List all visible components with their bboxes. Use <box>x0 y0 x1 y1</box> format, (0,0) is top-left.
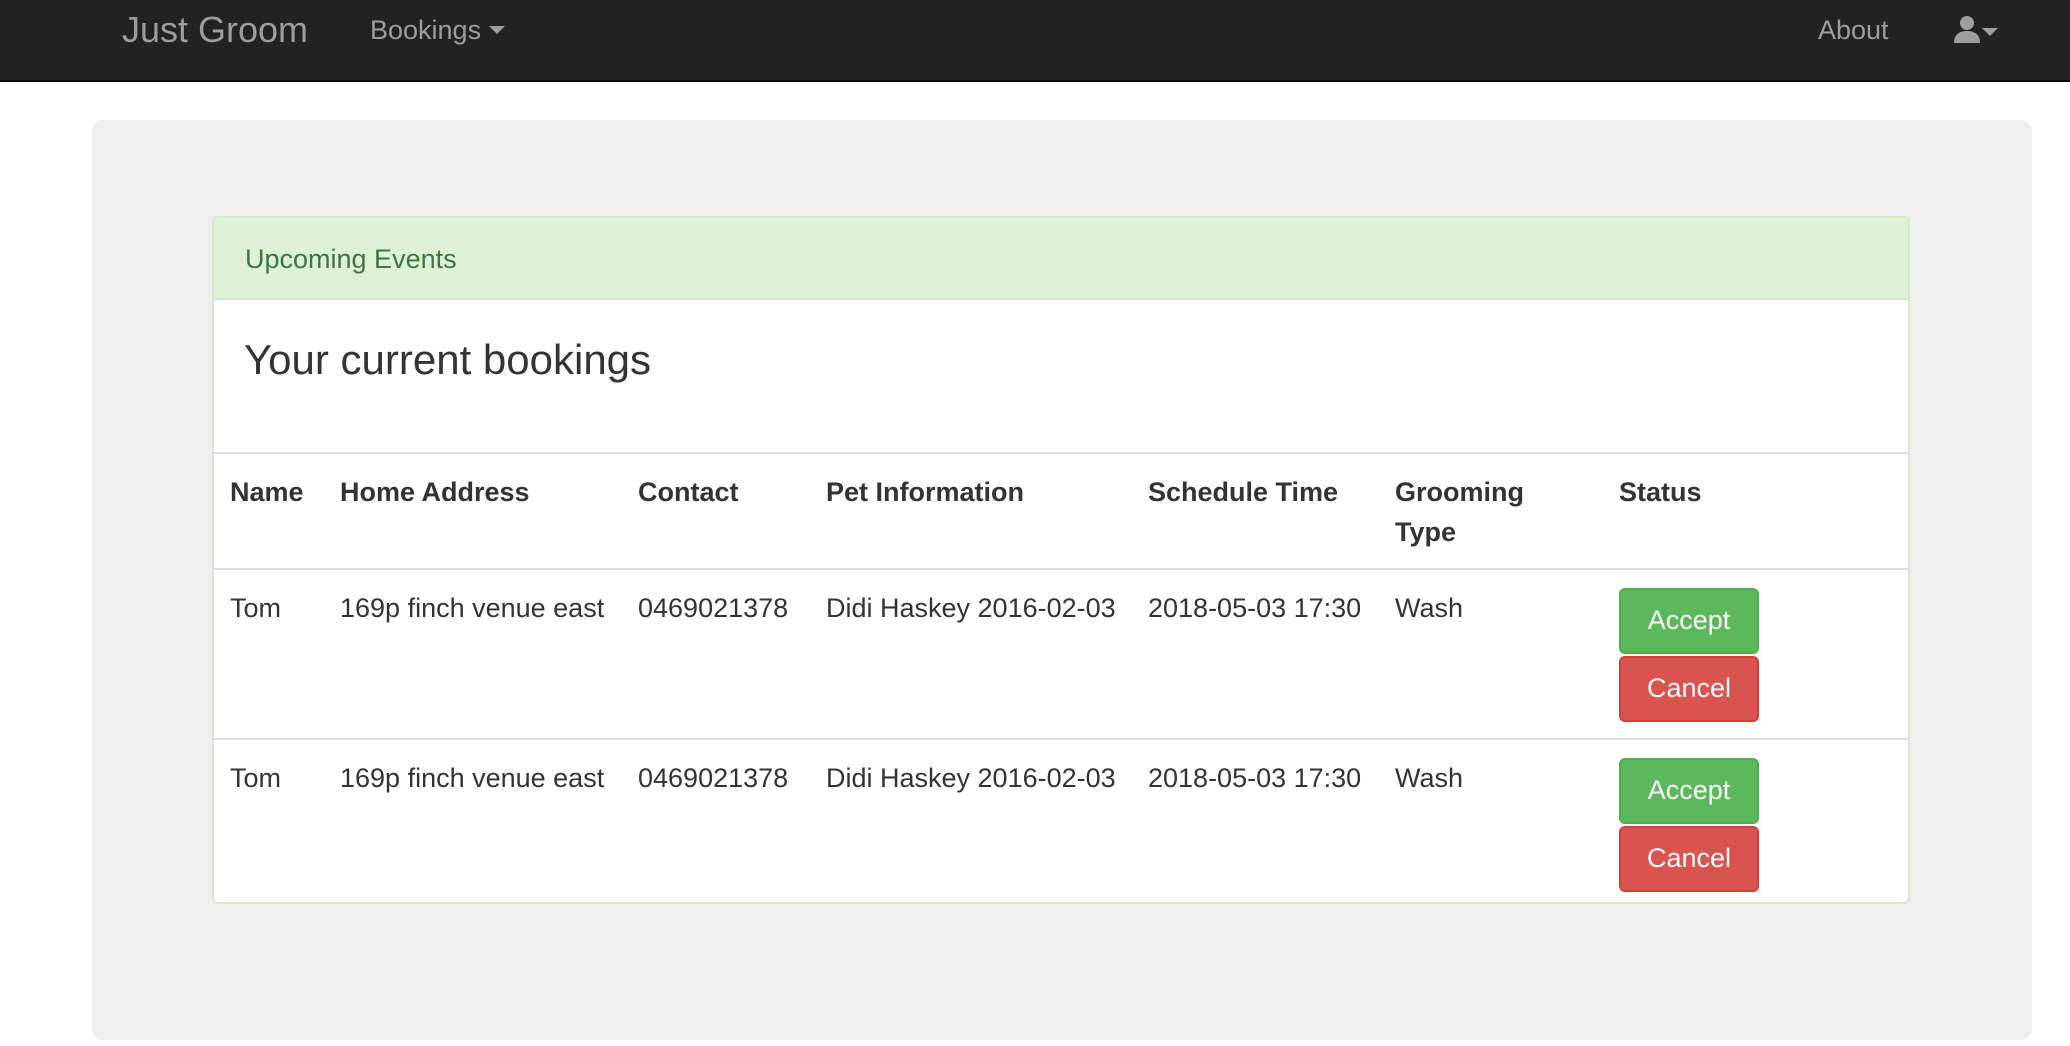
cell-schedule: 2018-05-03 17:30 <box>1148 593 1362 623</box>
cell-grooming: Wash <box>1395 593 1464 623</box>
brand-link[interactable]: Just Groom <box>122 10 308 50</box>
bookings-dropdown-label: Bookings <box>370 15 482 45</box>
bookings-table: Name Home Address Contact Pet Informatio… <box>214 452 1908 902</box>
column-header-name: Name <box>214 452 324 570</box>
column-header-schedule: Schedule Time <box>1132 452 1379 570</box>
column-header-address: Home Address <box>324 452 622 570</box>
cell-contact: 0469021378 <box>638 593 789 623</box>
top-navbar: Just Groom Bookings About <box>0 0 2070 82</box>
about-link[interactable]: About <box>1818 12 1889 48</box>
chevron-down-icon <box>489 25 506 34</box>
cell-name: Tom <box>230 593 282 623</box>
cell-schedule: 2018-05-03 17:30 <box>1132 738 1379 902</box>
upcoming-events-panel: Upcoming Events Your current bookings Na… <box>212 216 1910 904</box>
accept-button[interactable]: Accept <box>1619 588 1759 654</box>
column-header-contact: Contact <box>622 452 810 570</box>
cell-address: 169p finch venue east <box>340 593 605 623</box>
cell-grooming: Wash <box>1379 738 1603 902</box>
panel-heading: Upcoming Events <box>214 218 1908 300</box>
cell-contact: 0469021378 <box>622 738 810 902</box>
panel-body: Your current bookings <box>214 300 1908 452</box>
user-menu-dropdown[interactable] <box>1952 12 2006 48</box>
column-header-grooming: Grooming Type <box>1379 452 1603 570</box>
chevron-down-icon <box>1982 28 1998 36</box>
cancel-button[interactable]: Cancel <box>1619 656 1759 722</box>
cell-pet: Didi Haskey 2016-02-03 <box>810 738 1132 902</box>
cell-status: Accept Cancel <box>1603 569 1908 739</box>
cell-pet: Didi Haskey 2016-02-03 <box>826 593 1116 623</box>
page-title: Your current bookings <box>244 336 652 383</box>
user-icon <box>1954 16 1980 43</box>
table-header-row: Name Home Address Contact Pet Informatio… <box>214 452 1908 570</box>
table-row: Tom 169p finch venue east 0469021378 Did… <box>214 738 1908 902</box>
table-row: Tom 169p finch venue east 0469021378 Did… <box>214 569 1908 739</box>
cell-status: Accept Cancel <box>1603 738 1908 902</box>
cell-address: 169p finch venue east <box>324 738 622 902</box>
bookings-dropdown[interactable]: Bookings <box>370 12 506 48</box>
cancel-button[interactable]: Cancel <box>1619 826 1759 892</box>
accept-button[interactable]: Accept <box>1619 758 1759 824</box>
column-header-status: Status <box>1603 452 1908 570</box>
column-header-pet: Pet Information <box>810 452 1132 570</box>
cell-name: Tom <box>214 738 324 902</box>
